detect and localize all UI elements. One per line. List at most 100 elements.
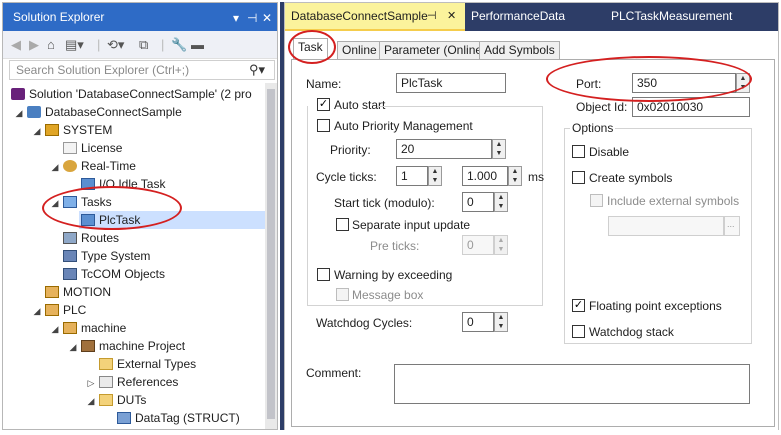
tree-node-label: License [81, 141, 123, 155]
tree-node-tccom[interactable]: TcCOM Objects [61, 265, 165, 283]
tree-node-label: References [117, 375, 179, 389]
expanded-arrow-icon[interactable]: ◢ [85, 392, 97, 410]
solution-explorer-title: Solution Explorer [13, 10, 105, 24]
expanded-arrow-icon[interactable]: ◢ [13, 104, 25, 122]
collapsed-arrow-icon[interactable]: ▷ [85, 374, 97, 392]
comment-label: Comment: [306, 366, 362, 380]
priority-spinner[interactable]: ▲ ▼ [492, 139, 506, 159]
tree-node-datatag[interactable]: DataTag (STRUCT) [115, 409, 240, 427]
dropdown-arrow-icon[interactable]: ▾ [233, 11, 239, 25]
forward-icon[interactable]: ▶ [29, 37, 39, 53]
tree-node-label: machine Project [99, 339, 186, 353]
include-external-checkbox[interactable] [590, 194, 603, 207]
priority-field[interactable]: 20 [396, 139, 492, 159]
tree-node-duts[interactable]: ◢ DUTs [85, 391, 147, 410]
tree-node-plc[interactable]: ◢ PLC [31, 301, 87, 320]
spin-up-icon[interactable]: ▲ [493, 140, 505, 149]
collapse-all-icon[interactable]: ⧉ [139, 37, 148, 53]
separate-input-checkbox[interactable] [336, 218, 349, 231]
name-field[interactable]: PlcTask [396, 73, 506, 93]
expanded-arrow-icon[interactable]: ◢ [49, 320, 61, 338]
folder-icon [99, 394, 113, 406]
tab-label: Add Symbols [484, 43, 555, 57]
tab-add-symbols[interactable]: Add Symbols [479, 41, 560, 60]
close-icon[interactable]: ✕ [262, 11, 272, 25]
warning-exceeding-checkbox[interactable] [317, 268, 330, 281]
cycle-time-spinner[interactable]: ▲ ▼ [508, 166, 522, 186]
tree-node-machine-project[interactable]: ◢ machine Project [67, 337, 186, 356]
watchdog-cycles-field[interactable]: 0 [462, 312, 494, 332]
create-symbols-checkbox[interactable] [572, 171, 585, 184]
properties-wrench-icon[interactable]: 🔧 [171, 37, 187, 53]
tab-label: DatabaseConnectSample [291, 9, 428, 23]
spin-up-icon[interactable]: ▲ [495, 193, 507, 202]
tab-database-connect-sample[interactable]: DatabaseConnectSample ⊣ ✕ [285, 3, 465, 31]
tree-node-type-system[interactable]: Type System [61, 247, 150, 265]
tree-node-label: TcCOM Objects [81, 267, 166, 281]
pin-icon[interactable]: ⊣ [247, 11, 257, 25]
watchdog-stack-checkbox[interactable] [572, 325, 585, 338]
spin-down-icon[interactable]: ▼ [429, 176, 441, 185]
tab-online[interactable]: Online [337, 41, 382, 60]
spin-down-icon[interactable]: ▼ [495, 245, 507, 254]
pin-icon[interactable]: ⊣ [427, 3, 437, 29]
start-tick-spinner[interactable]: ▲ ▼ [494, 192, 508, 212]
spin-up-icon[interactable]: ▲ [509, 167, 521, 176]
switch-views-icon[interactable]: ▤▾ [65, 37, 84, 53]
spin-down-icon[interactable]: ▼ [495, 202, 507, 211]
expanded-arrow-icon[interactable]: ◢ [31, 302, 43, 320]
spin-up-icon[interactable]: ▲ [495, 236, 507, 245]
tree-node-references[interactable]: ▷ References [85, 373, 179, 392]
tree-node-external-types[interactable]: External Types [97, 355, 196, 373]
preview-icon[interactable]: ▬ [191, 37, 204, 52]
expanded-arrow-icon[interactable]: ◢ [31, 122, 43, 140]
cycle-ticks-field[interactable]: 1 [396, 166, 428, 186]
cycle-time-field[interactable]: 1.000 [462, 166, 508, 186]
home-icon[interactable]: ⌂ [47, 37, 55, 52]
spin-down-icon[interactable]: ▼ [493, 149, 505, 158]
tree-node-label: External Types [117, 357, 197, 371]
pending-changes-icon[interactable]: ⟲▾ [107, 37, 124, 53]
search-solution-explorer-input[interactable]: Search Solution Explorer (Ctrl+;) [9, 60, 275, 80]
tree-node-realtime[interactable]: ◢ Real-Time [49, 157, 136, 175]
disable-checkbox[interactable] [572, 145, 585, 158]
message-box-checkbox[interactable] [336, 288, 349, 301]
pre-ticks-spinner[interactable]: ▲ ▼ [494, 235, 508, 255]
back-icon[interactable]: ◀ [11, 37, 21, 53]
tree-node-system[interactable]: ◢ SYSTEM [31, 121, 113, 140]
tree-node-project[interactable]: ◢ DatabaseConnectSample [13, 103, 182, 121]
expanded-arrow-icon[interactable]: ◢ [67, 338, 79, 356]
tree-node-routes[interactable]: Routes [61, 229, 119, 247]
tree-node-label: Routes [81, 231, 120, 245]
spin-down-icon[interactable]: ▼ [509, 176, 521, 185]
create-symbols-label: Create symbols [589, 171, 673, 185]
pre-ticks-field[interactable]: 0 [462, 235, 494, 255]
external-symbols-field[interactable] [608, 216, 724, 236]
start-tick-field[interactable]: 0 [462, 192, 494, 212]
tree-scrollbar-thumb[interactable] [267, 89, 275, 419]
floating-point-checkbox[interactable]: ✓ [572, 299, 585, 312]
tree-node-label: Solution 'DatabaseConnectSample' (2 pro [29, 87, 252, 101]
plc-icon [45, 304, 59, 316]
tree-node-label: Real-Time [81, 159, 136, 173]
tree-node-solution[interactable]: Solution 'DatabaseConnectSample' (2 pro [9, 85, 252, 103]
close-icon[interactable]: ✕ [447, 3, 456, 29]
tree-node-motion[interactable]: MOTION [43, 283, 111, 301]
auto-priority-checkbox[interactable] [317, 119, 330, 132]
browse-button[interactable]: ... [724, 216, 740, 236]
tab-parameter-online[interactable]: Parameter (Online) [379, 41, 492, 60]
cycle-ms-label: ms [528, 170, 544, 184]
expanded-arrow-icon[interactable]: ◢ [49, 158, 61, 176]
cycle-ticks-spinner[interactable]: ▲ ▼ [428, 166, 442, 186]
tab-plc-task-measurement[interactable]: PLCTaskMeasurement [605, 3, 775, 31]
tree-node-license[interactable]: License [61, 139, 122, 157]
spin-up-icon[interactable]: ▲ [429, 167, 441, 176]
references-icon [99, 376, 113, 388]
spin-up-icon[interactable]: ▲ [495, 313, 507, 322]
watchdog-cycles-spinner[interactable]: ▲ ▼ [494, 312, 508, 332]
spin-down-icon[interactable]: ▼ [495, 322, 507, 331]
comment-field[interactable] [394, 364, 750, 404]
tab-performance-data[interactable]: PerformanceData [465, 3, 605, 31]
tree-node-machine[interactable]: ◢ machine [49, 319, 127, 338]
search-icon[interactable]: ⚲▾ [249, 62, 265, 78]
